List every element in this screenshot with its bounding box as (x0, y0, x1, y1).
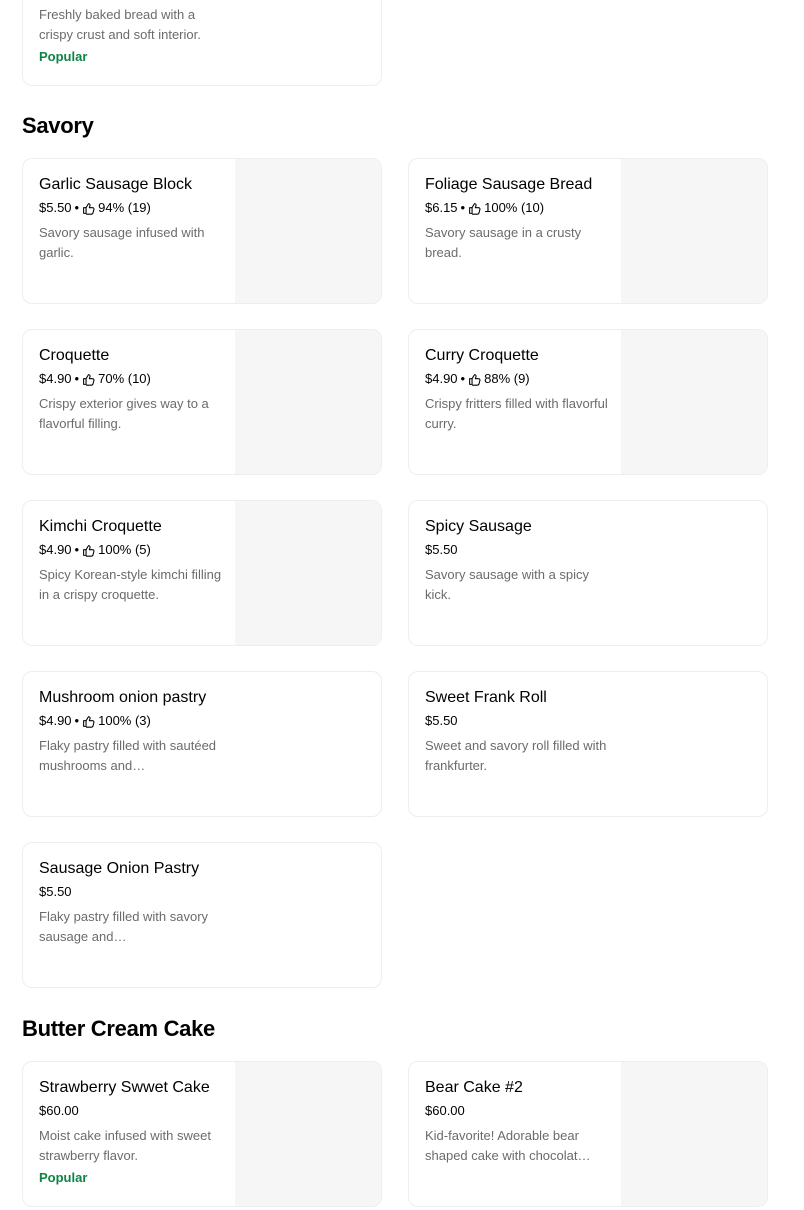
item-meta: $4.90 • 100% (3) (39, 712, 229, 730)
item-meta: $60.00 (39, 1102, 229, 1120)
item-rating: 94% (19) (98, 200, 151, 215)
menu-item-card[interactable]: Sweet Frank Roll $5.50 Sweet and savory … (408, 671, 768, 817)
item-price: $5.50 (425, 542, 458, 557)
meta-separator: • (74, 371, 80, 386)
item-price: $5.50 (39, 200, 72, 215)
item-name: Garlic Sausage Block (39, 176, 192, 193)
item-image (235, 159, 381, 303)
menu-item-card[interactable]: Strawberry Swwet Cake $60.00 Moist cake … (22, 1061, 382, 1207)
popular-badge: Popular (39, 1170, 88, 1185)
item-description: Moist cake infused with sweet strawberry… (39, 1128, 211, 1163)
menu-item-card[interactable]: Foliage Sausage Bread $6.15 • 100% (10) … (408, 158, 768, 304)
item-description: Savory sausage with a spicy kick. (425, 567, 590, 602)
menu-item-card[interactable]: Freshly baked bread with a crispy crust … (22, 0, 382, 86)
popular-badge: Popular (39, 49, 88, 64)
item-price: $60.00 (425, 1103, 465, 1118)
item-meta: $60.00 (425, 1102, 615, 1120)
item-price: $6.15 (425, 200, 458, 215)
thumbs-up-icon (469, 202, 481, 215)
item-meta: $5.50 • 94% (19) (39, 199, 229, 217)
thumbs-up-icon (83, 373, 95, 386)
item-name: Curry Croquette (425, 347, 539, 364)
item-name: Sweet Frank Roll (425, 689, 547, 706)
item-description: Flaky pastry filled with sautéed mushroo… (39, 738, 217, 773)
menu-item-card[interactable]: Mushroom onion pastry $4.90 • 100% (3) F… (22, 671, 382, 817)
item-name: Bear Cake #2 (425, 1079, 523, 1096)
item-meta: $4.90 • 70% (10) (39, 370, 229, 388)
menu-item-card[interactable]: Sausage Onion Pastry $5.50 Flaky pastry … (22, 842, 382, 988)
item-name: Croquette (39, 347, 110, 364)
meta-separator: • (74, 713, 80, 728)
menu-item-card[interactable]: Garlic Sausage Block $5.50 • 94% (19) Sa… (22, 158, 382, 304)
item-price: $4.90 (425, 371, 458, 386)
menu-item-card[interactable]: Bear Cake #2 $60.00 Kid-favorite! Adorab… (408, 1061, 768, 1207)
meta-separator: • (74, 542, 80, 557)
item-image (235, 501, 381, 645)
thumbs-up-icon (83, 202, 95, 215)
item-description: Crispy exterior gives way to a flavorful… (39, 396, 209, 431)
item-image (235, 330, 381, 474)
item-image (621, 1062, 767, 1206)
item-rating: 88% (9) (484, 371, 530, 386)
item-price: $5.50 (425, 713, 458, 728)
item-rating: 100% (10) (484, 200, 545, 215)
item-rating: 100% (5) (98, 542, 151, 557)
meta-separator: • (460, 200, 466, 215)
item-name: Kimchi Croquette (39, 518, 162, 535)
item-description: Flaky pastry filled with savory sausage … (39, 909, 209, 944)
thumbs-up-icon (83, 544, 95, 557)
item-description: Spicy Korean-style kimchi filling in a c… (39, 567, 222, 602)
thumbs-up-icon (469, 373, 481, 386)
item-meta: $5.50 (425, 541, 615, 559)
meta-separator: • (74, 200, 80, 215)
item-description: Freshly baked bread with a crispy crust … (39, 7, 201, 42)
item-name: Strawberry Swwet Cake (39, 1079, 210, 1096)
item-meta: $5.50 (425, 712, 615, 730)
thumbs-up-icon (83, 715, 95, 728)
item-meta: $6.15 • 100% (10) (425, 199, 615, 217)
menu-item-card[interactable]: Kimchi Croquette $4.90 • 100% (5) Spicy … (22, 500, 382, 646)
item-rating: 100% (3) (98, 713, 151, 728)
item-price: $4.90 (39, 371, 72, 386)
menu-item-card[interactable]: Curry Croquette $4.90 • 88% (9) Crispy f… (408, 329, 768, 475)
menu-item-card[interactable]: Spicy Sausage $5.50 Savory sausage with … (408, 500, 768, 646)
item-image (235, 1062, 381, 1206)
item-name: Spicy Sausage (425, 518, 532, 535)
item-rating: 70% (10) (98, 371, 151, 386)
item-description: Savory sausage in a crusty bread. (425, 225, 582, 260)
item-description: Sweet and savory roll filled with frankf… (425, 738, 607, 773)
item-meta: $4.90 • 88% (9) (425, 370, 615, 388)
item-name: Mushroom onion pastry (39, 689, 207, 706)
item-name: Sausage Onion Pastry (39, 860, 200, 877)
item-meta: $5.50 (39, 883, 229, 901)
section-title-butter-cream-cake: Butter Cream Cake (22, 1016, 215, 1041)
meta-separator: • (460, 371, 466, 386)
item-image (621, 330, 767, 474)
item-price: $5.50 (39, 884, 72, 899)
item-description: Crispy fritters filled with flavorful cu… (425, 396, 608, 431)
item-price: $4.90 (39, 542, 72, 557)
menu-item-card[interactable]: Croquette $4.90 • 70% (10) Crispy exteri… (22, 329, 382, 475)
item-price: $60.00 (39, 1103, 79, 1118)
item-description: Savory sausage infused with garlic. (39, 225, 205, 260)
item-name: Foliage Sausage Bread (425, 176, 593, 193)
item-meta: $4.90 • 100% (5) (39, 541, 229, 559)
item-description: Kid-favorite! Adorable bear shaped cake … (425, 1128, 591, 1163)
item-price: $4.90 (39, 713, 72, 728)
item-image (621, 159, 767, 303)
section-title-savory: Savory (22, 113, 94, 138)
